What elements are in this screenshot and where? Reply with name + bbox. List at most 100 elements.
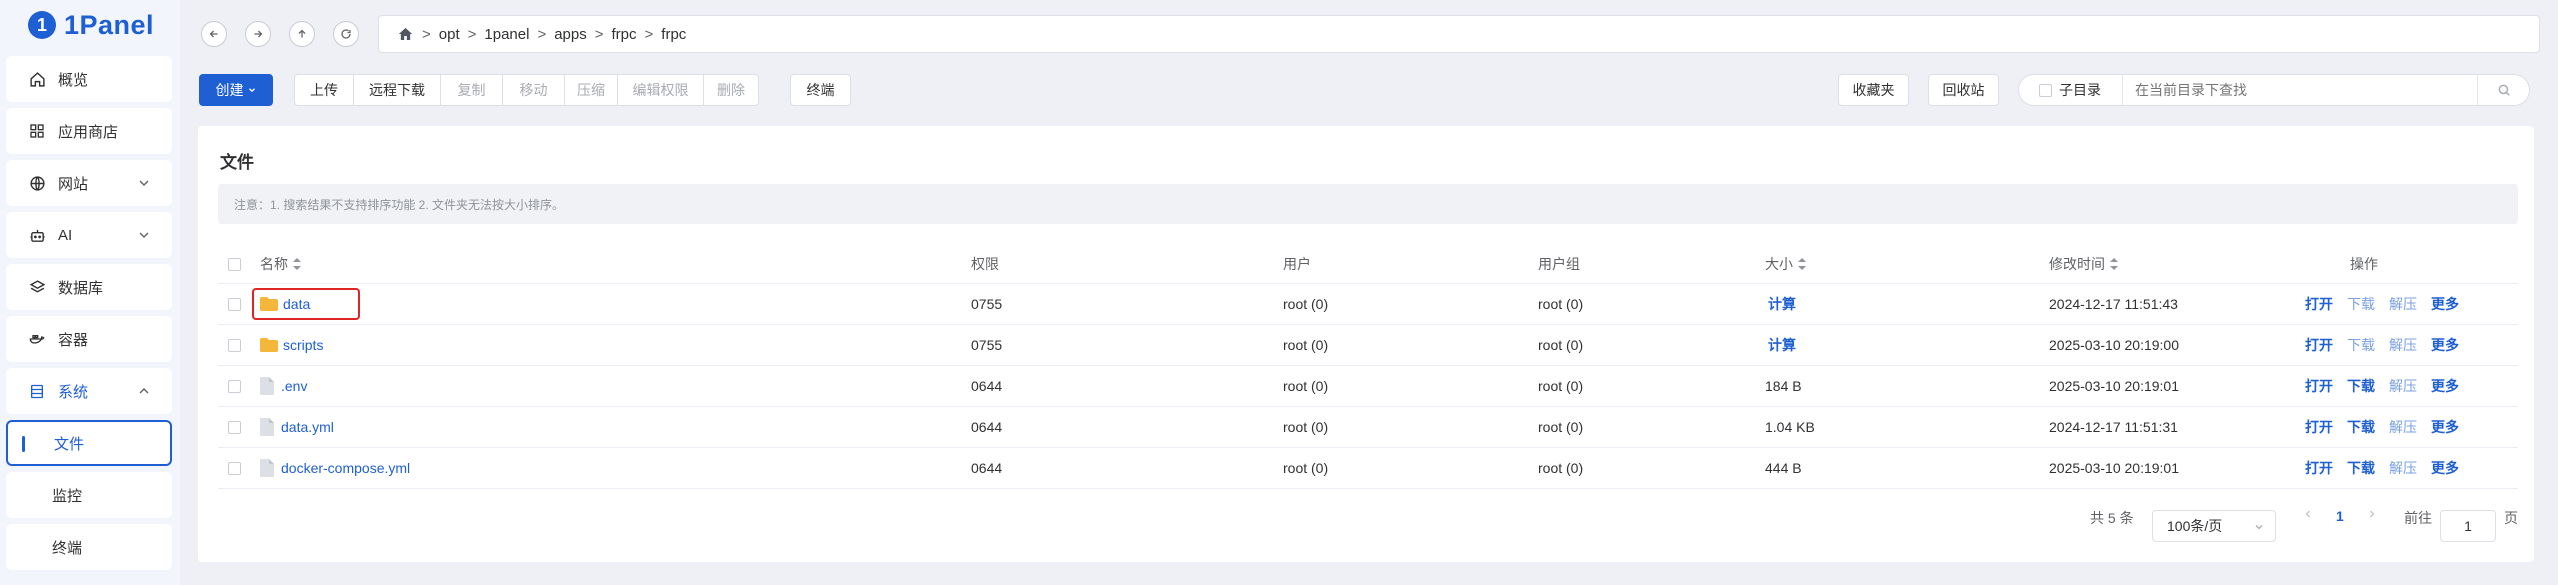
up-button[interactable] bbox=[289, 21, 315, 47]
search-input[interactable] bbox=[2123, 75, 2477, 105]
sidebar-item-website[interactable]: 网站 bbox=[6, 160, 172, 206]
refresh-button[interactable] bbox=[333, 21, 359, 47]
row-checkbox[interactable] bbox=[228, 462, 241, 475]
sort-icon bbox=[2110, 257, 2118, 270]
row-checkbox[interactable] bbox=[228, 380, 241, 393]
more-button[interactable]: 更多 bbox=[2431, 294, 2459, 314]
open-button[interactable]: 打开 bbox=[2305, 417, 2333, 437]
file-name-cell[interactable]: scripts bbox=[260, 325, 323, 365]
home-icon[interactable] bbox=[397, 26, 414, 42]
download-button[interactable]: 下载 bbox=[2347, 335, 2375, 355]
move-button[interactable]: 移动 bbox=[502, 74, 565, 106]
path-segment[interactable]: frpc bbox=[661, 26, 686, 43]
home-icon bbox=[28, 70, 46, 88]
recycle-bin-button[interactable]: 回收站 bbox=[1928, 74, 1999, 106]
file-name-cell[interactable]: data.yml bbox=[260, 407, 334, 447]
unzip-button[interactable]: 解压 bbox=[2389, 417, 2417, 437]
row-checkbox[interactable] bbox=[228, 298, 241, 311]
create-label: 创建 bbox=[215, 82, 244, 98]
col-size-header[interactable]: 大小 bbox=[1765, 244, 1806, 283]
row-actions: 打开 下载 解压 更多 bbox=[2305, 366, 2473, 406]
open-button[interactable]: 打开 bbox=[2305, 458, 2333, 478]
path-segment[interactable]: 1panel bbox=[484, 26, 529, 43]
edit-permission-button[interactable]: 编辑权限 bbox=[617, 74, 704, 106]
page-size-select[interactable]: 100条/页 bbox=[2152, 510, 2276, 542]
file-name-link[interactable]: .env bbox=[281, 378, 307, 394]
copy-label: 复制 bbox=[457, 82, 486, 98]
sidebar-item-ai[interactable]: AI bbox=[6, 212, 172, 258]
app-logo[interactable]: 1 1Panel bbox=[28, 8, 154, 42]
delete-button[interactable]: 删除 bbox=[703, 74, 759, 106]
copy-button[interactable]: 复制 bbox=[440, 74, 503, 106]
forward-button[interactable] bbox=[245, 21, 271, 47]
more-button[interactable]: 更多 bbox=[2431, 417, 2459, 437]
header-label: 名称 bbox=[260, 255, 288, 272]
search-button[interactable] bbox=[2477, 75, 2529, 105]
row-actions: 打开 下载 解压 更多 bbox=[2305, 284, 2473, 324]
remote-download-button[interactable]: 远程下载 bbox=[353, 74, 441, 106]
file-name-link[interactable]: data.yml bbox=[281, 419, 334, 435]
sidebar: 1 1Panel 概览 应用商店 网站 AI 数据库 容器 系统 文件 监控 终… bbox=[0, 0, 180, 585]
sidebar-item-container[interactable]: 容器 bbox=[6, 316, 172, 362]
download-button[interactable]: 下载 bbox=[2347, 458, 2375, 478]
sidebar-subitem-files[interactable]: 文件 bbox=[6, 420, 172, 466]
terminal-button[interactable]: 终端 bbox=[790, 74, 851, 106]
user-cell: root (0) bbox=[1283, 460, 1329, 476]
upload-button[interactable]: 上传 bbox=[294, 74, 354, 106]
sidebar-item-database[interactable]: 数据库 bbox=[6, 264, 172, 310]
delete-label: 删除 bbox=[717, 82, 745, 98]
path-segment[interactable]: apps bbox=[554, 26, 587, 43]
col-group-header: 用户组 bbox=[1538, 244, 1580, 283]
mtime-cell: 2024-12-17 11:51:31 bbox=[2049, 419, 2178, 435]
file-name-link[interactable]: data bbox=[283, 296, 310, 312]
user-cell: root (0) bbox=[1283, 337, 1329, 353]
download-button[interactable]: 下载 bbox=[2347, 376, 2375, 396]
file-name-cell[interactable]: .env bbox=[260, 366, 307, 406]
more-button[interactable]: 更多 bbox=[2431, 458, 2459, 478]
col-name-header[interactable]: 名称 bbox=[260, 244, 301, 283]
unzip-button[interactable]: 解压 bbox=[2389, 294, 2417, 314]
sidebar-item-appstore[interactable]: 应用商店 bbox=[6, 108, 172, 154]
goto-page-input[interactable]: 1 bbox=[2440, 510, 2496, 542]
file-name-link[interactable]: scripts bbox=[283, 337, 323, 353]
file-name-cell[interactable]: docker-compose.yml bbox=[260, 448, 410, 488]
col-mtime-header[interactable]: 修改时间 bbox=[2049, 244, 2118, 283]
file-name-cell[interactable]: data bbox=[260, 284, 310, 324]
row-checkbox[interactable] bbox=[228, 339, 241, 352]
unzip-button[interactable]: 解压 bbox=[2389, 376, 2417, 396]
row-actions: 打开 下载 解压 更多 bbox=[2305, 325, 2473, 365]
page-number-current[interactable]: 1 bbox=[2336, 508, 2344, 524]
download-button[interactable]: 下载 bbox=[2347, 417, 2375, 437]
calculate-size-button[interactable]: 计算 bbox=[1768, 284, 1796, 324]
open-button[interactable]: 打开 bbox=[2305, 376, 2333, 396]
compress-button[interactable]: 压缩 bbox=[564, 74, 618, 106]
calculate-size-button[interactable]: 计算 bbox=[1768, 325, 1796, 365]
chevron-down-icon bbox=[2255, 525, 2263, 530]
download-button[interactable]: 下载 bbox=[2347, 294, 2375, 314]
sidebar-item-overview[interactable]: 概览 bbox=[6, 56, 172, 102]
next-page-button[interactable] bbox=[2366, 508, 2378, 520]
sidebar-subitem-terminal[interactable]: 终端 bbox=[6, 524, 172, 570]
file-name-link[interactable]: docker-compose.yml bbox=[281, 460, 410, 476]
open-button[interactable]: 打开 bbox=[2305, 294, 2333, 314]
sidebar-item-system[interactable]: 系统 bbox=[6, 368, 172, 414]
unzip-button[interactable]: 解压 bbox=[2389, 335, 2417, 355]
select-all-checkbox[interactable] bbox=[228, 258, 241, 271]
unzip-button[interactable]: 解压 bbox=[2389, 458, 2417, 478]
path-segment[interactable]: frpc bbox=[612, 26, 637, 43]
back-button[interactable] bbox=[201, 21, 227, 47]
more-button[interactable]: 更多 bbox=[2431, 335, 2459, 355]
more-button[interactable]: 更多 bbox=[2431, 376, 2459, 396]
sidebar-subitem-monitor[interactable]: 监控 bbox=[6, 472, 172, 518]
checkbox[interactable] bbox=[2039, 83, 2052, 97]
sidebar-nav: 概览 应用商店 网站 AI 数据库 容器 系统 文件 监控 终端 bbox=[6, 56, 172, 576]
row-checkbox[interactable] bbox=[228, 421, 241, 434]
page-suffix: 页 bbox=[2504, 510, 2518, 526]
create-button[interactable]: 创建 bbox=[199, 74, 273, 106]
subdir-checkbox[interactable]: 子目录 bbox=[2019, 75, 2123, 105]
group-cell: root (0) bbox=[1538, 378, 1584, 394]
open-button[interactable]: 打开 bbox=[2305, 335, 2333, 355]
favorites-button[interactable]: 收藏夹 bbox=[1838, 74, 1909, 106]
prev-page-button[interactable] bbox=[2302, 508, 2314, 520]
path-segment[interactable]: opt bbox=[439, 26, 460, 43]
